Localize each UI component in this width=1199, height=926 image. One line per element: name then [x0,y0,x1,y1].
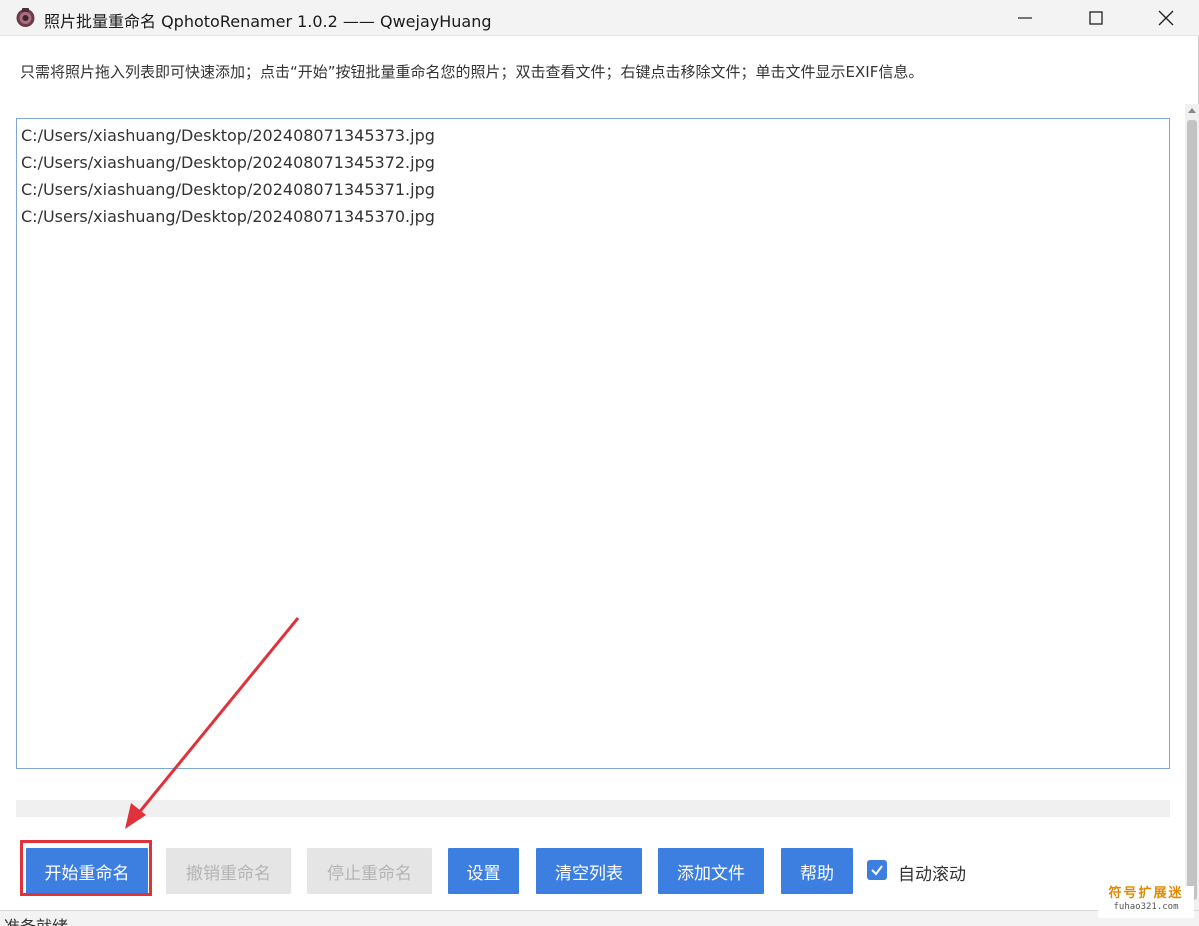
title-bar[interactable]: 照片批量重命名 QphotoRenamer 1.0.2 —— QwejayHua… [0,0,1199,36]
maximize-button[interactable] [1061,0,1131,36]
undo-rename-button[interactable]: 撤销重命名 [166,848,291,894]
settings-button[interactable]: 设置 [448,848,519,894]
maximize-icon [1089,11,1103,25]
progress-bar [16,800,1170,817]
window-scrollbar[interactable] [1185,104,1199,910]
file-list-item[interactable]: C:/Users/xiashuang/Desktop/2024080713453… [20,122,1166,149]
file-list[interactable]: C:/Users/xiashuang/Desktop/2024080713453… [16,118,1170,769]
window-title: 照片批量重命名 QphotoRenamer 1.0.2 —— QwejayHua… [44,12,492,31]
watermark-url: fuhao321.com [1113,902,1179,912]
minimize-icon [1018,17,1032,19]
file-list-item[interactable]: C:/Users/xiashuang/Desktop/2024080713453… [20,149,1166,176]
status-text: 准备就绪 [4,913,68,926]
scroll-up-icon[interactable] [1188,108,1196,113]
help-button[interactable]: 帮助 [781,848,853,894]
close-button[interactable] [1131,0,1199,36]
watermark: 符号扩展迷 fuhao321.com [1098,886,1194,918]
add-files-button[interactable]: 添加文件 [658,848,764,894]
close-icon [1158,10,1174,26]
file-list-item[interactable]: C:/Users/xiashuang/Desktop/2024080713453… [20,203,1166,230]
stop-rename-button[interactable]: 停止重命名 [307,848,432,894]
start-button-highlight-box [20,840,152,896]
checkmark-icon [871,865,883,876]
watermark-title: 符号扩展迷 [1108,886,1184,901]
status-bar: 准备就绪 [0,910,1199,926]
auto-scroll-checkbox[interactable] [867,860,887,880]
app-window: 照片批量重命名 QphotoRenamer 1.0.2 —— QwejayHua… [0,0,1199,926]
app-logo-icon [16,8,35,27]
auto-scroll-label[interactable]: 自动滚动 [898,860,966,885]
clear-list-button[interactable]: 清空列表 [536,848,642,894]
file-list-item[interactable]: C:/Users/xiashuang/Desktop/2024080713453… [20,176,1166,203]
instruction-text: 只需将照片拖入列表即可快速添加；点击“开始”按钮批量重命名您的照片；双击查看文件… [20,63,924,81]
minimize-button[interactable] [990,0,1060,36]
scrollbar-thumb[interactable] [1187,120,1197,900]
